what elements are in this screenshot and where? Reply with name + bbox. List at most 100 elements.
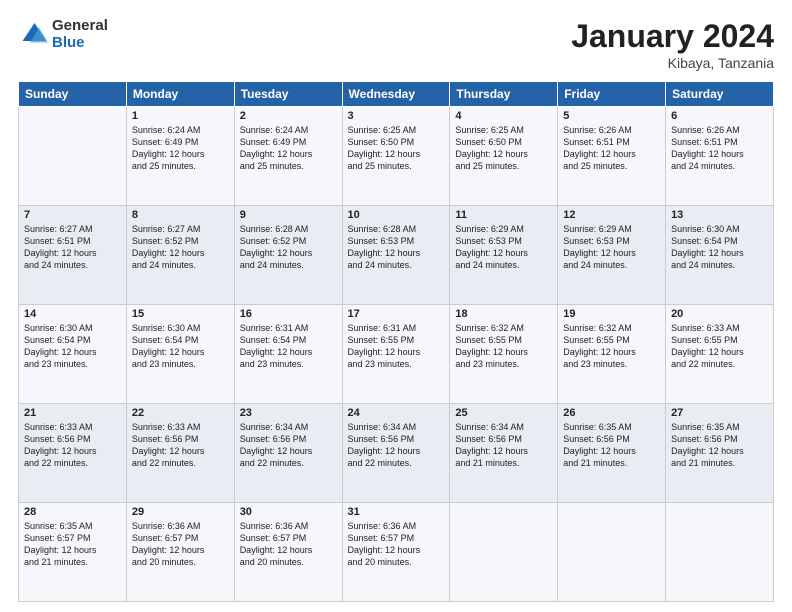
logo-blue-label: Blue — [52, 35, 108, 52]
calendar-cell: 10Sunrise: 6:28 AM Sunset: 6:53 PM Dayli… — [342, 206, 450, 305]
col-header-monday: Monday — [126, 82, 234, 107]
day-number: 18 — [455, 308, 552, 320]
day-number: 5 — [563, 110, 660, 122]
col-header-wednesday: Wednesday — [342, 82, 450, 107]
calendar-cell: 26 Sunrise: 6:35 AM Sunset: 6:56 PM Dayli… — [558, 404, 666, 503]
calendar-cell: 14 Sunrise: 6:30 AM Sunset: 6:54 PM Dayli… — [19, 305, 127, 404]
day-number: 26 — [563, 407, 660, 419]
calendar-cell: 6Sunrise: 6:26 AM Sunset: 6:51 PM Daylig… — [666, 107, 774, 206]
calendar-cell: 13Sunrise: 6:30 AM Sunset: 6:54 PM Dayli… — [666, 206, 774, 305]
calendar-cell: 17Sunrise: 6:31 AM Sunset: 6:55 PM Dayli… — [342, 305, 450, 404]
day-info: Sunrise: 6:36 AM Sunset: 6:57 PM Dayligh… — [240, 520, 337, 569]
calendar-cell: 16 Sunrise: 6:31 AM Sunset: 6:54 PM Dayli… — [234, 305, 342, 404]
day-info: Sunrise: 6:33 AM Sunset: 6:56 PM Dayligh… — [132, 421, 229, 470]
day-number: 3 — [348, 110, 445, 122]
calendar-cell: 5 Sunrise: 6:26 AM Sunset: 6:51 PM Daylig… — [558, 107, 666, 206]
day-number: 29 — [132, 506, 229, 518]
day-number: 27 — [671, 407, 768, 419]
day-number: 30 — [240, 506, 337, 518]
day-info: Sunrise: 6:34 AM Sunset: 6:56 PM Dayligh… — [240, 421, 337, 470]
calendar-cell: 27 Sunrise: 6:35 AM Sunset: 6:56 PM Dayli… — [666, 404, 774, 503]
day-number: 8 — [132, 209, 229, 221]
day-info: Sunrise: 6:29 AM Sunset: 6:53 PM Dayligh… — [563, 223, 660, 272]
calendar-cell: 3 Sunrise: 6:25 AM Sunset: 6:50 PM Daylig… — [342, 107, 450, 206]
day-info: Sunrise: 6:36 AM Sunset: 6:57 PM Dayligh… — [348, 520, 445, 569]
day-number: 4 — [455, 110, 552, 122]
day-info: Sunrise: 6:30 AM Sunset: 6:54 PM Dayligh… — [132, 322, 229, 371]
calendar-cell: 20Sunrise: 6:33 AM Sunset: 6:55 PM Dayli… — [666, 305, 774, 404]
calendar-cell: 11Sunrise: 6:29 AM Sunset: 6:53 PM Dayli… — [450, 206, 558, 305]
title-location: Kibaya, Tanzania — [571, 55, 774, 71]
day-info: Sunrise: 6:30 AM Sunset: 6:54 PM Dayligh… — [24, 322, 121, 371]
day-info: Sunrise: 6:24 AM Sunset: 6:49 PM Dayligh… — [132, 124, 229, 173]
calendar-table: SundayMondayTuesdayWednesdayThursdayFrid… — [18, 81, 774, 602]
day-number: 7 — [24, 209, 121, 221]
day-info: Sunrise: 6:33 AM Sunset: 6:56 PM Dayligh… — [24, 421, 121, 470]
day-number: 6 — [671, 110, 768, 122]
calendar-cell: 2Sunrise: 6:24 AM Sunset: 6:49 PM Daylig… — [234, 107, 342, 206]
calendar-cell: 4 Sunrise: 6:25 AM Sunset: 6:50 PM Daylig… — [450, 107, 558, 206]
day-number: 23 — [240, 407, 337, 419]
calendar-cell: 30 Sunrise: 6:36 AM Sunset: 6:57 PM Dayli… — [234, 503, 342, 602]
header: General Blue January 2024 Kibaya, Tanzan… — [18, 18, 774, 71]
col-header-saturday: Saturday — [666, 82, 774, 107]
day-info: Sunrise: 6:34 AM Sunset: 6:56 PM Dayligh… — [348, 421, 445, 470]
day-info: Sunrise: 6:32 AM Sunset: 6:55 PM Dayligh… — [455, 322, 552, 371]
calendar-cell — [450, 503, 558, 602]
calendar-cell: 1Sunrise: 6:24 AM Sunset: 6:49 PM Daylig… — [126, 107, 234, 206]
calendar-cell — [666, 503, 774, 602]
day-number: 14 — [24, 308, 121, 320]
day-number: 28 — [24, 506, 121, 518]
day-info: Sunrise: 6:31 AM Sunset: 6:54 PM Dayligh… — [240, 322, 337, 371]
day-info: Sunrise: 6:35 AM Sunset: 6:56 PM Dayligh… — [563, 421, 660, 470]
day-number: 10 — [348, 209, 445, 221]
day-number: 22 — [132, 407, 229, 419]
page: General Blue January 2024 Kibaya, Tanzan… — [0, 0, 792, 612]
day-number: 31 — [348, 506, 445, 518]
calendar-cell — [19, 107, 127, 206]
calendar-cell: 9Sunrise: 6:28 AM Sunset: 6:52 PM Daylig… — [234, 206, 342, 305]
day-number: 19 — [563, 308, 660, 320]
day-number: 11 — [455, 209, 552, 221]
day-number: 2 — [240, 110, 337, 122]
day-info: Sunrise: 6:31 AM Sunset: 6:55 PM Dayligh… — [348, 322, 445, 371]
day-number: 25 — [455, 407, 552, 419]
col-header-tuesday: Tuesday — [234, 82, 342, 107]
week-row-4: 21 Sunrise: 6:33 AM Sunset: 6:56 PM Dayli… — [19, 404, 774, 503]
day-info: Sunrise: 6:26 AM Sunset: 6:51 PM Dayligh… — [563, 124, 660, 173]
day-info: Sunrise: 6:25 AM Sunset: 6:50 PM Dayligh… — [348, 124, 445, 173]
calendar-cell: 24 Sunrise: 6:34 AM Sunset: 6:56 PM Dayli… — [342, 404, 450, 503]
calendar-cell: 23 Sunrise: 6:34 AM Sunset: 6:56 PM Dayli… — [234, 404, 342, 503]
col-header-thursday: Thursday — [450, 82, 558, 107]
calendar-cell — [558, 503, 666, 602]
calendar-cell: 29Sunrise: 6:36 AM Sunset: 6:57 PM Dayli… — [126, 503, 234, 602]
title-month: January 2024 — [571, 18, 774, 55]
day-number: 21 — [24, 407, 121, 419]
day-number: 15 — [132, 308, 229, 320]
day-info: Sunrise: 6:33 AM Sunset: 6:55 PM Dayligh… — [671, 322, 768, 371]
week-row-3: 14 Sunrise: 6:30 AM Sunset: 6:54 PM Dayli… — [19, 305, 774, 404]
calendar-cell: 25 Sunrise: 6:34 AM Sunset: 6:56 PM Dayli… — [450, 404, 558, 503]
day-info: Sunrise: 6:27 AM Sunset: 6:51 PM Dayligh… — [24, 223, 121, 272]
day-info: Sunrise: 6:34 AM Sunset: 6:56 PM Dayligh… — [455, 421, 552, 470]
logo-text: General Blue — [52, 18, 108, 51]
day-info: Sunrise: 6:32 AM Sunset: 6:55 PM Dayligh… — [563, 322, 660, 371]
calendar-cell: 8 Sunrise: 6:27 AM Sunset: 6:52 PM Daylig… — [126, 206, 234, 305]
week-row-1: 1Sunrise: 6:24 AM Sunset: 6:49 PM Daylig… — [19, 107, 774, 206]
calendar-cell: 28 Sunrise: 6:35 AM Sunset: 6:57 PM Dayli… — [19, 503, 127, 602]
day-info: Sunrise: 6:35 AM Sunset: 6:56 PM Dayligh… — [671, 421, 768, 470]
calendar-cell: 21 Sunrise: 6:33 AM Sunset: 6:56 PM Dayli… — [19, 404, 127, 503]
day-info: Sunrise: 6:27 AM Sunset: 6:52 PM Dayligh… — [132, 223, 229, 272]
logo-icon — [18, 20, 48, 50]
day-info: Sunrise: 6:35 AM Sunset: 6:57 PM Dayligh… — [24, 520, 121, 569]
day-number: 24 — [348, 407, 445, 419]
day-info: Sunrise: 6:25 AM Sunset: 6:50 PM Dayligh… — [455, 124, 552, 173]
logo: General Blue — [18, 18, 108, 51]
day-info: Sunrise: 6:28 AM Sunset: 6:52 PM Dayligh… — [240, 223, 337, 272]
day-number: 12 — [563, 209, 660, 221]
day-number: 16 — [240, 308, 337, 320]
calendar-cell: 22 Sunrise: 6:33 AM Sunset: 6:56 PM Dayli… — [126, 404, 234, 503]
title-block: January 2024 Kibaya, Tanzania — [571, 18, 774, 71]
calendar-cell: 7 Sunrise: 6:27 AM Sunset: 6:51 PM Daylig… — [19, 206, 127, 305]
week-row-2: 7 Sunrise: 6:27 AM Sunset: 6:51 PM Daylig… — [19, 206, 774, 305]
